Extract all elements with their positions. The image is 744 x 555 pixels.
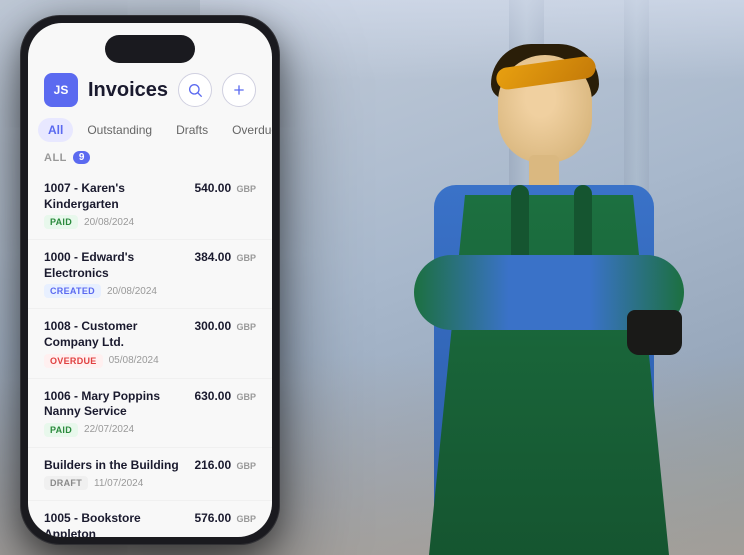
phone-device: JS Invoices All Outsta bbox=[20, 15, 280, 545]
tab-outstanding[interactable]: Outstanding bbox=[77, 118, 162, 142]
table-row[interactable]: 1008 - Customer Company Ltd. 300.00 GBP … bbox=[28, 309, 272, 378]
invoice-date: 05/08/2024 bbox=[109, 355, 159, 366]
search-button[interactable] bbox=[178, 73, 212, 107]
dynamic-island bbox=[105, 35, 195, 63]
invoice-currency: GBP bbox=[236, 461, 256, 471]
status-badge: DRAFT bbox=[44, 476, 88, 490]
invoice-name: 1008 - Customer Company Ltd. bbox=[44, 319, 186, 350]
invoice-amount: 300.00 GBP bbox=[194, 319, 256, 333]
app-header: JS Invoices bbox=[28, 73, 272, 107]
search-icon bbox=[187, 82, 203, 98]
filter-tabs-bar: All Outstanding Drafts Overdue Paid De… bbox=[28, 118, 272, 142]
table-row[interactable]: 1007 - Karen's Kindergarten 540.00 GBP P… bbox=[28, 171, 272, 240]
status-badge: PAID bbox=[44, 215, 78, 229]
status-badge: OVERDUE bbox=[44, 354, 103, 368]
tab-drafts[interactable]: Drafts bbox=[166, 118, 218, 142]
invoice-amount: 630.00 GBP bbox=[194, 389, 256, 403]
invoice-currency: GBP bbox=[236, 322, 256, 332]
phone-screen: JS Invoices All Outsta bbox=[28, 23, 272, 537]
table-row[interactable]: Builders in the Building 216.00 GBP DRAF… bbox=[28, 448, 272, 502]
tab-overdue[interactable]: Overdue bbox=[222, 118, 272, 142]
page-title: Invoices bbox=[88, 79, 168, 102]
status-badge: PAID bbox=[44, 423, 78, 437]
invoice-name: 1005 - Bookstore Appleton bbox=[44, 511, 186, 537]
invoice-amount: 540.00 GBP bbox=[194, 181, 256, 195]
table-row[interactable]: 1005 - Bookstore Appleton 576.00 GBP OVE… bbox=[28, 501, 272, 537]
tab-all[interactable]: All bbox=[38, 118, 73, 142]
invoice-date: 20/08/2024 bbox=[84, 217, 134, 228]
count-label: ALL bbox=[44, 152, 67, 164]
table-row[interactable]: 1000 - Edward's Electronics 384.00 GBP C… bbox=[28, 240, 272, 309]
invoice-list: 1007 - Karen's Kindergarten 540.00 GBP P… bbox=[28, 171, 272, 537]
invoice-currency: GBP bbox=[236, 253, 256, 263]
status-badge: CREATED bbox=[44, 284, 101, 298]
glove-left bbox=[627, 310, 682, 355]
ceiling bbox=[200, 0, 744, 80]
table-row[interactable]: 1006 - Mary Poppins Nanny Service 630.00… bbox=[28, 379, 272, 448]
invoice-name: 1007 - Karen's Kindergarten bbox=[44, 181, 186, 212]
invoice-amount: 576.00 GBP bbox=[194, 511, 256, 525]
user-avatar: JS bbox=[44, 73, 78, 107]
invoice-currency: GBP bbox=[236, 184, 256, 194]
invoice-date: 22/07/2024 bbox=[84, 424, 134, 435]
plus-icon bbox=[231, 82, 247, 98]
invoice-amount: 384.00 GBP bbox=[194, 250, 256, 264]
count-badge: 9 bbox=[73, 151, 91, 164]
invoice-name: 1006 - Mary Poppins Nanny Service bbox=[44, 389, 186, 420]
invoice-name: Builders in the Building bbox=[44, 458, 186, 474]
add-invoice-button[interactable] bbox=[222, 73, 256, 107]
invoice-amount: 216.00 GBP bbox=[194, 458, 256, 472]
invoice-date: 11/07/2024 bbox=[94, 478, 143, 489]
invoice-date: 20/08/2024 bbox=[107, 286, 157, 297]
invoice-currency: GBP bbox=[236, 392, 256, 402]
invoice-name: 1000 - Edward's Electronics bbox=[44, 250, 186, 281]
person-apron bbox=[429, 195, 669, 555]
phone-case: JS Invoices All Outsta bbox=[20, 15, 280, 545]
invoice-currency: GBP bbox=[236, 514, 256, 524]
invoice-count-section: ALL 9 bbox=[44, 151, 90, 164]
